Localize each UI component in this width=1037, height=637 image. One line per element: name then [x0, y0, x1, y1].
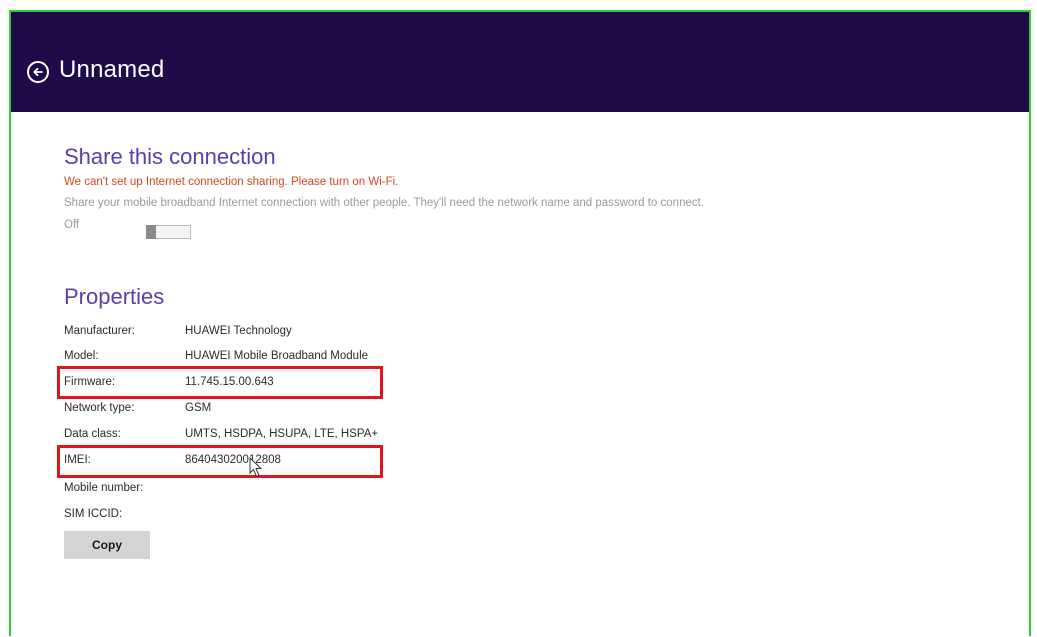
property-value: UMTS, HSDPA, HSUPA, LTE, HSPA+ — [185, 428, 379, 440]
sharing-toggle-label: Off — [64, 219, 80, 231]
back-button[interactable] — [27, 61, 49, 83]
property-key: Data class: — [64, 428, 121, 440]
property-key: SIM ICCID: — [64, 508, 123, 520]
toggle-knob — [146, 225, 156, 239]
property-value: HUAWEI Mobile Broadband Module — [185, 350, 369, 362]
sharing-toggle[interactable] — [146, 225, 191, 239]
page-title: Unnamed — [59, 56, 165, 83]
firmware-highlight-box — [57, 366, 383, 399]
properties-section-title: Properties — [64, 284, 165, 309]
property-key: Mobile number: — [64, 482, 144, 494]
mouse-cursor-icon — [249, 457, 263, 478]
share-section-title: Share this connection — [64, 144, 276, 169]
property-value: GSM — [185, 402, 212, 414]
sharing-warning-text: We can't set up Internet connection shar… — [64, 176, 399, 188]
property-key: Manufacturer: — [64, 325, 135, 337]
back-arrow-icon — [33, 67, 43, 77]
property-value: HUAWEI Technology — [185, 325, 292, 337]
property-key: Network type: — [64, 402, 135, 414]
imei-highlight-box — [57, 445, 383, 478]
header-bar: Unnamed — [11, 12, 1029, 112]
property-key: Model: — [64, 350, 99, 362]
settings-window: Unnamed — [9, 10, 1031, 636]
copy-button[interactable]: Copy — [64, 531, 150, 559]
sharing-description: Share your mobile broadband Internet con… — [64, 197, 704, 209]
